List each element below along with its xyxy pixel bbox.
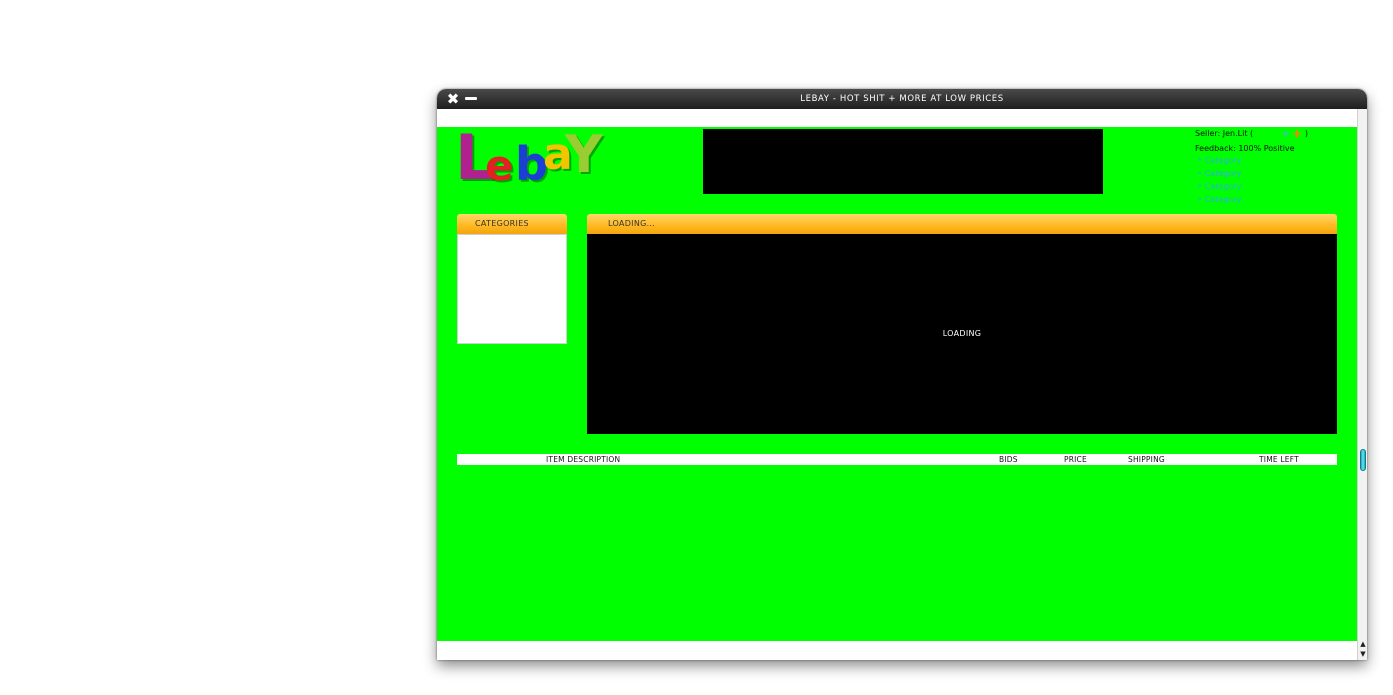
listing-table-header: ITEM DESCRIPTION BIDS PRICE SHIPPING TIM…	[457, 454, 1337, 465]
vertical-scrollbar[interactable]: ▲ ▼	[1357, 109, 1367, 660]
page-content: L e b a Y Seller: Jen.Lit ( ★ + ) Feedba…	[437, 127, 1357, 641]
loading-text: LOADING	[942, 329, 982, 338]
status-strip	[437, 641, 1357, 660]
seller-info: Seller: Jen.Lit ( ★ + ) Feedback: 100% P…	[1195, 127, 1345, 156]
scroll-thumb[interactable]	[1360, 449, 1366, 471]
seller-close-paren: )	[1304, 129, 1308, 138]
top-strip	[437, 109, 1357, 127]
categories-panel-body	[457, 234, 567, 344]
title-bar[interactable]: ✖ LEBAY - HOT SHIT + MORE AT LOW PRICES	[437, 89, 1367, 109]
scroll-up-arrow-icon[interactable]: ▲	[1359, 640, 1367, 648]
category-link[interactable]: • Category	[1195, 167, 1242, 180]
column-item-description[interactable]: ITEM DESCRIPTION	[546, 454, 620, 465]
scroll-down-arrow-icon[interactable]: ▼	[1359, 650, 1367, 658]
ad-banner[interactable]	[703, 129, 1103, 194]
logo-letter-e: e	[485, 141, 514, 190]
window-title: LEBAY - HOT SHIT + MORE AT LOW PRICES	[800, 94, 1004, 104]
categories-panel-header: CATEGORIES	[457, 214, 567, 234]
lebay-logo[interactable]: L e b a Y	[455, 127, 605, 197]
column-price[interactable]: PRICE	[1064, 454, 1087, 465]
column-shipping[interactable]: SHIPPING	[1128, 454, 1165, 465]
category-link[interactable]: • Category	[1195, 193, 1242, 206]
category-link[interactable]: • Category	[1195, 180, 1242, 193]
main-panel-header: LOADING...	[587, 214, 1337, 234]
logo-letter-y: Y	[565, 127, 603, 185]
rating-star-icon: ★	[1281, 129, 1289, 138]
main-panel-body: LOADING	[587, 234, 1337, 434]
plus-icon: +	[1291, 127, 1303, 142]
category-links: • Category • Category • Category • Categ…	[1195, 154, 1242, 206]
column-time-left[interactable]: TIME LEFT	[1259, 454, 1299, 465]
column-bids[interactable]: BIDS	[999, 454, 1018, 465]
seller-label[interactable]: Seller: Jen.Lit (	[1195, 129, 1253, 138]
browser-window: ✖ LEBAY - HOT SHIT + MORE AT LOW PRICES …	[437, 89, 1367, 660]
category-link[interactable]: • Category	[1195, 154, 1242, 167]
